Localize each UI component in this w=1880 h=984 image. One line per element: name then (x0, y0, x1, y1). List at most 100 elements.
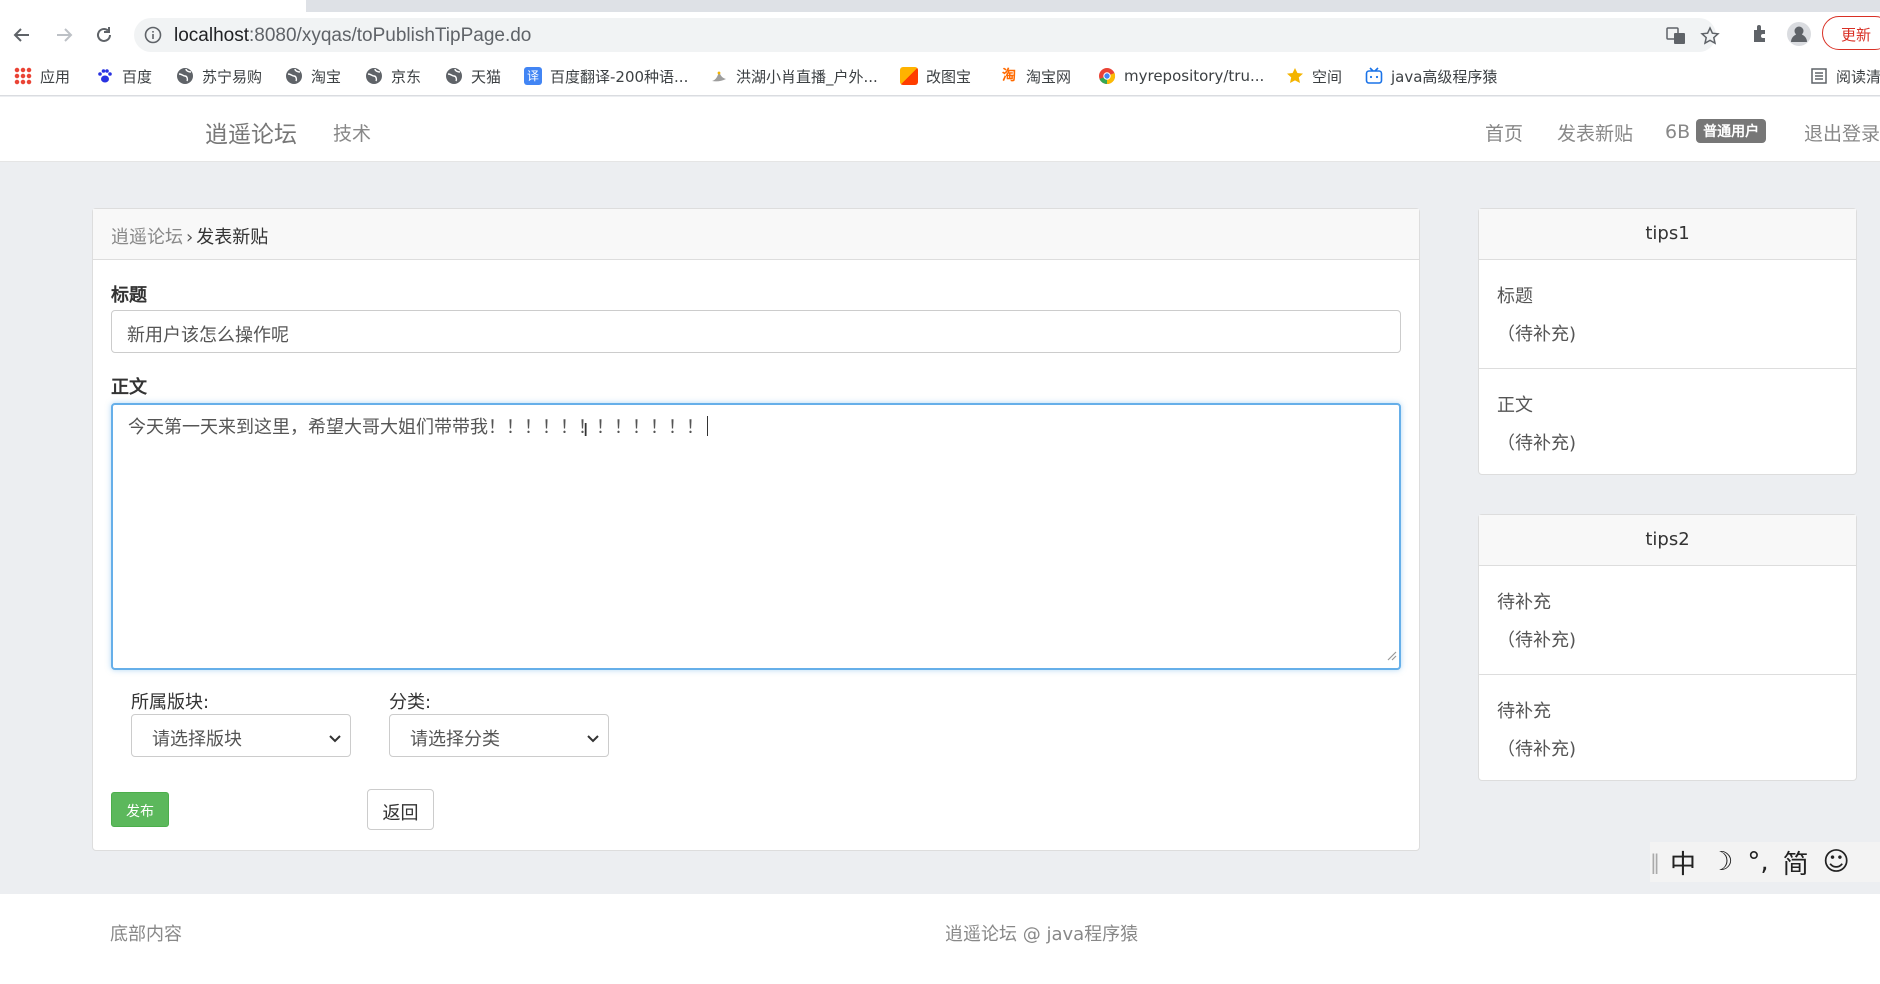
title-label: 标题 (111, 285, 147, 306)
tip-detail: （待补充) (1497, 433, 1577, 454)
bookmark-apps[interactable]: 应用 (14, 65, 70, 87)
ime-toolbar: ‖ 中 ☽ °, 简 ☺ (1650, 842, 1880, 882)
bookmark-taobaowang[interactable]: 淘 淘宝网 (1000, 65, 1071, 87)
board-selected-value: 请选择版块 (152, 729, 242, 750)
moon-icon[interactable]: ☽ (1710, 847, 1733, 877)
body-text: 今天第一天来到这里，希望大哥大姐们带带我！！！！！！！！！！！！ (128, 417, 704, 438)
title-input[interactable]: 新用户该怎么操作呢 (111, 310, 1401, 353)
bookmarks-bar: 应用 百度 苏宁易购 淘宝 京东 天猫 译 百度翻译-200种语... 洪湖小肖… (0, 56, 1880, 96)
forward-icon[interactable] (52, 23, 76, 47)
url-text: localhost:8080/xyqas/toPublishTipPage.do (174, 25, 532, 46)
bookmark-java[interactable]: java高级程序猿 (1365, 65, 1497, 87)
tip-detail: （待补充) (1497, 324, 1577, 345)
bird-icon (710, 67, 728, 85)
bookmark-myrepository[interactable]: myrepository/tru... (1098, 65, 1264, 87)
body-textarea[interactable]: 今天第一天来到这里，希望大哥大姐们带带我！！！！！！！！！！！！ I (111, 403, 1401, 670)
profile-avatar-icon[interactable] (1786, 21, 1812, 51)
breadcrumb-separator: › (186, 227, 194, 248)
tips1-panel: tips1 标题 （待补充) 正文 （待补充) (1478, 208, 1857, 475)
site-info-icon[interactable] (144, 26, 162, 48)
reading-list-icon (1810, 67, 1828, 85)
tip-heading: 正文 (1497, 395, 1533, 416)
nav-home[interactable]: 首页 (1485, 119, 1523, 146)
board-label: 所属版块: (131, 692, 210, 713)
ime-mode-toggle[interactable]: 中 (1670, 844, 1696, 881)
tab-strip (0, 0, 1880, 12)
chevron-down-icon (328, 729, 342, 750)
bookmark-qzone[interactable]: 空间 (1286, 65, 1342, 87)
star-icon[interactable] (1700, 26, 1720, 50)
tip-heading: 标题 (1497, 286, 1533, 307)
image-icon (900, 67, 918, 85)
bilibili-icon (1365, 67, 1383, 85)
back-icon[interactable] (10, 23, 34, 47)
qzone-icon (1286, 67, 1304, 85)
browser-toolbar: localhost:8080/xyqas/toPublishTipPage.do… (0, 12, 1880, 56)
breadcrumb: 逍遥论坛 › 发表新贴 (93, 209, 1419, 260)
brand-link[interactable]: 逍遥论坛 (205, 115, 297, 149)
bookmark-suning[interactable]: 苏宁易购 (176, 65, 262, 87)
translate-icon: 译 (524, 67, 542, 85)
reload-icon[interactable] (92, 23, 116, 47)
nav-publish[interactable]: 发表新贴 (1557, 119, 1633, 146)
tips2-item: 待补充 （待补充) (1479, 566, 1856, 674)
globe-icon (285, 67, 303, 85)
back-button[interactable]: 返回 (367, 789, 434, 830)
globe-icon (445, 67, 463, 85)
paw-icon (96, 67, 114, 85)
bookmark-taobao[interactable]: 淘宝 (285, 65, 341, 87)
update-button[interactable]: 更新 (1822, 16, 1880, 50)
extensions-icon[interactable] (1750, 22, 1772, 48)
footer-copyright: 逍遥论坛 @ java程序猿 (945, 924, 1139, 945)
role-badge: 普通用户 (1696, 119, 1767, 143)
footer-left-text: 底部内容 (110, 924, 182, 945)
active-tab[interactable] (0, 0, 306, 12)
ime-punct-toggle[interactable]: °, (1747, 847, 1768, 877)
globe-icon (176, 67, 194, 85)
nav-user[interactable]: 6B 普通用户 (1665, 119, 1767, 143)
tips1-item: 正文 （待补充) (1479, 368, 1856, 476)
chrome-icon (1098, 67, 1116, 85)
tip-heading: 待补充 (1497, 701, 1551, 722)
username: 6B (1665, 121, 1691, 143)
ime-simplified-toggle[interactable]: 简 (1783, 844, 1809, 881)
publish-button[interactable]: 发布 (111, 792, 169, 827)
ime-drag-handle[interactable]: ‖ (1650, 850, 1660, 874)
smile-icon[interactable]: ☺ (1823, 847, 1850, 877)
address-bar[interactable]: localhost:8080/xyqas/toPublishTipPage.do (134, 18, 1720, 52)
board-select[interactable]: 请选择版块 (131, 714, 351, 757)
apps-grid-icon (14, 67, 32, 85)
nav-logout[interactable]: 退出登录 (1804, 119, 1880, 146)
bookmark-jd[interactable]: 京东 (365, 65, 421, 87)
globe-icon (365, 67, 383, 85)
bookmark-honghu[interactable]: 洪湖小肖直播_户外... (710, 65, 878, 87)
breadcrumb-home[interactable]: 逍遥论坛 (111, 227, 183, 248)
page-footer: 底部内容 逍遥论坛 @ java程序猿 (0, 894, 1880, 984)
body-label: 正文 (111, 377, 147, 398)
tips2-panel: tips2 待补充 （待补充) 待补充 （待补充) (1478, 514, 1857, 781)
category-label: 分类: (389, 692, 432, 713)
taobao-icon: 淘 (1002, 68, 1016, 84)
resize-handle-icon[interactable] (1387, 645, 1397, 666)
category-select[interactable]: 请选择分类 (389, 714, 609, 757)
breadcrumb-current: 发表新贴 (196, 227, 269, 248)
tip-detail: （待补充) (1497, 630, 1577, 651)
publish-form-panel: 逍遥论坛 › 发表新贴 标题 新用户该怎么操作呢 正文 今天第一天来到这里，希望大哥… (92, 208, 1420, 851)
reading-list[interactable]: 阅读清 (1810, 65, 1880, 87)
tips1-title: tips1 (1479, 209, 1856, 260)
translate-icon[interactable] (1666, 26, 1686, 50)
bookmark-gaitubao[interactable]: 改图宝 (900, 65, 971, 87)
bookmark-baidu[interactable]: 百度 (96, 65, 152, 87)
ibeam-cursor-icon: I (583, 420, 589, 441)
bookmark-baidu-translate[interactable]: 译 百度翻译-200种语... (524, 65, 688, 87)
bookmark-tmall[interactable]: 天猫 (445, 65, 501, 87)
app-navbar: 逍遥论坛 技术 首页 发表新贴 6B 普通用户 退出登录 (0, 97, 1880, 162)
category-selected-value: 请选择分类 (410, 729, 500, 750)
tips1-item: 标题 （待补充) (1479, 260, 1856, 368)
tip-detail: （待补充) (1497, 739, 1577, 760)
tips2-item: 待补充 （待补充) (1479, 674, 1856, 782)
text-caret (707, 416, 708, 436)
chevron-down-icon (586, 729, 600, 750)
nav-category-tech[interactable]: 技术 (333, 119, 371, 146)
tips2-title: tips2 (1479, 515, 1856, 566)
